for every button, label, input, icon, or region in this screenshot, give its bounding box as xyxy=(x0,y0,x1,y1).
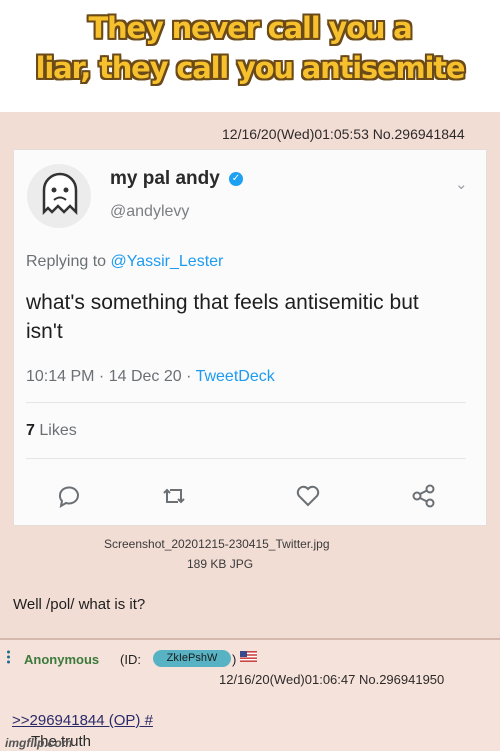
ghost-avatar-icon xyxy=(42,172,78,216)
meme-caption: They never call you a liar, they call yo… xyxy=(0,0,500,112)
imgflip-watermark: imgflip.com xyxy=(5,736,73,750)
caption-line-1: They never call you a xyxy=(88,11,412,45)
verified-badge-icon: ✓ xyxy=(229,172,243,186)
share-icon[interactable] xyxy=(410,482,438,510)
us-flag-icon xyxy=(240,651,257,662)
replying-mention-link[interactable]: @Yassir_Lester xyxy=(111,253,224,270)
post-menu-icon[interactable] xyxy=(7,650,10,664)
divider xyxy=(26,402,466,403)
reply-icon[interactable] xyxy=(55,482,83,510)
tweet-likes[interactable]: 7 Likes xyxy=(26,422,77,440)
op-comment: Well /pol/ what is it? xyxy=(13,596,146,613)
tweet-time: 10:14 PM · 14 Dec 20 · xyxy=(26,368,192,385)
tweet-author-name[interactable]: my pal andy xyxy=(110,168,220,190)
op-post-meta[interactable]: 12/16/20(Wed)01:05:53 No.296941844 xyxy=(222,126,465,142)
poster-name: Anonymous xyxy=(24,652,100,667)
replying-prefix: Replying to xyxy=(26,253,107,270)
poster-id-label: (ID: xyxy=(120,652,141,667)
tweet-author-handle[interactable]: @andylevy xyxy=(110,203,189,221)
divider xyxy=(26,458,466,459)
caption-line-2: liar, they call you antisemite xyxy=(35,51,466,85)
poster-id-badge[interactable]: ZkIePshW xyxy=(153,650,231,667)
tweet-source-link[interactable]: TweetDeck xyxy=(196,368,275,385)
post-divider xyxy=(0,638,500,640)
quote-link[interactable]: >>296941844 (OP) # xyxy=(12,712,153,729)
chevron-down-icon[interactable]: ⌄ xyxy=(455,175,468,193)
tweet-text: what's something that feels antisemitic … xyxy=(26,291,419,343)
likes-count: 7 xyxy=(26,422,35,439)
reply-post-meta[interactable]: 12/16/20(Wed)01:06:47 No.296941950 xyxy=(219,672,444,687)
likes-label: Likes xyxy=(39,422,77,439)
like-icon[interactable] xyxy=(294,482,322,510)
replying-to: Replying to @Yassir_Lester xyxy=(26,253,223,271)
retweet-icon[interactable] xyxy=(160,482,188,510)
caption-text: They never call you a liar, they call yo… xyxy=(6,8,494,88)
file-name[interactable]: Screenshot_20201215-230415_Twitter.jpg xyxy=(104,537,330,551)
tweet-timestamp: 10:14 PM · 14 Dec 20 · TweetDeck xyxy=(26,368,275,386)
poster-id-close: ) xyxy=(232,652,237,667)
file-size: 189 KB JPG xyxy=(187,557,254,571)
